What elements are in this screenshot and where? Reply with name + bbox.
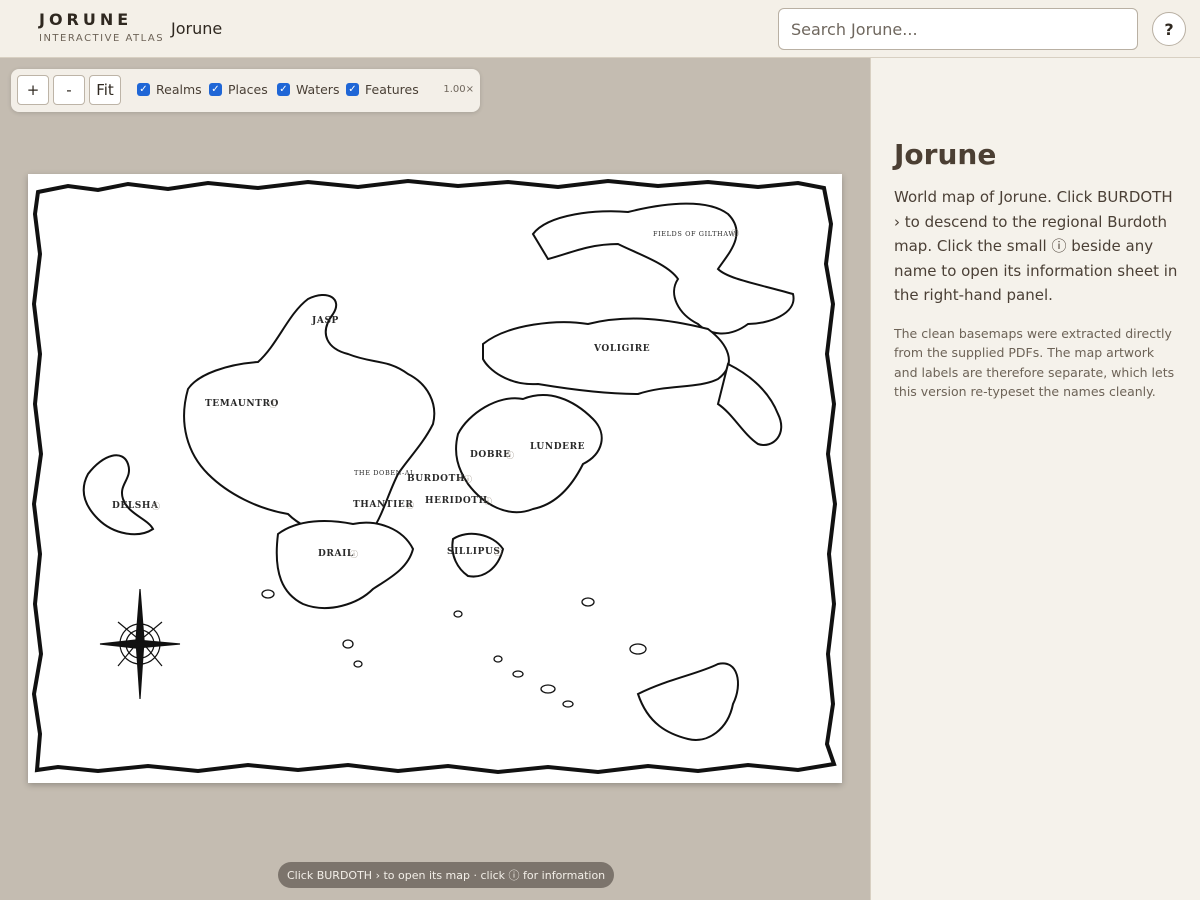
label-sillipus[interactable]: SILLIPUS [447, 547, 501, 557]
layer-toggle-realms[interactable]: ✓ Realms [137, 82, 202, 97]
brand-subtitle: INTERACTIVE ATLAS [39, 33, 165, 44]
info-icon[interactable]: ⓘ [494, 547, 502, 558]
checkbox-checked-icon[interactable]: ✓ [346, 83, 359, 96]
info-icon[interactable]: ⓘ [464, 474, 472, 485]
panel-lead: World map of Jorune. Click BURDOTH › to … [894, 188, 1178, 304]
info-icon[interactable]: ⓘ [506, 450, 514, 461]
brand-title: JORUNE [39, 10, 133, 29]
label-jasp[interactable]: JASP [312, 316, 339, 326]
label-doben-al[interactable]: THE DOBEN-AL [354, 469, 415, 477]
app-header: JORUNE INTERACTIVE ATLAS Jorune ? [0, 0, 1200, 58]
info-panel: Jorune World map of Jorune. Click BURDOT… [870, 58, 1200, 900]
info-icon[interactable]: ⓘ [406, 500, 414, 511]
info-icon[interactable]: ⓘ [152, 501, 160, 512]
label-voligire[interactable]: VOLIGIRE [594, 344, 650, 354]
layer-label: Waters [296, 82, 340, 97]
checkbox-checked-icon[interactable]: ✓ [277, 83, 290, 96]
zoom-in-button[interactable]: + [17, 75, 49, 105]
info-icon[interactable]: ⓘ [484, 496, 492, 507]
layer-toggle-places[interactable]: ✓ Places [209, 82, 268, 97]
layer-toggle-waters[interactable]: ✓ Waters [277, 82, 339, 97]
checkbox-checked-icon[interactable]: ✓ [209, 83, 222, 96]
zoom-out-button[interactable]: - [53, 75, 85, 105]
gilthaw-landmass [531, 202, 795, 335]
fit-button[interactable]: Fit [89, 75, 121, 105]
voligire-landmass [482, 317, 730, 396]
info-icon[interactable]: ⓘ [731, 228, 739, 239]
layer-label: Realms [156, 82, 202, 97]
label-lundere[interactable]: LUNDERE [530, 442, 585, 452]
search-input[interactable] [778, 8, 1138, 50]
east-peninsula [716, 362, 783, 446]
map-toolbar: + - Fit ✓ Realms ✓ Places ✓ Waters ✓ Fea… [11, 69, 480, 112]
panel-title: Jorune [894, 138, 997, 171]
label-fields-of-gilthaw[interactable]: FIELDS OF GILTHAW [653, 230, 736, 238]
layer-toggle-features[interactable]: ✓ Features [346, 82, 419, 97]
info-icon[interactable]: ⓘ [269, 399, 277, 410]
brand[interactable]: JORUNE INTERACTIVE ATLAS [39, 10, 164, 44]
layer-label: Features [365, 82, 419, 97]
label-temauntro[interactable]: TEMAUNTRO [205, 399, 279, 409]
compass-rose [99, 588, 181, 700]
info-icon[interactable]: ⓘ [350, 549, 358, 560]
descend-icon[interactable]: › [458, 474, 461, 483]
label-dobre[interactable]: DOBRE [470, 450, 511, 460]
southeast-landmass [636, 662, 739, 741]
breadcrumb[interactable]: Jorune [171, 19, 222, 38]
delsha-landmass [82, 454, 155, 536]
panel-note: The clean basemaps were extracted direct… [894, 325, 1175, 400]
label-heridoth[interactable]: HERIDOTH [425, 496, 488, 506]
map-hint: Click BURDOTH › to open its map · click … [278, 862, 615, 888]
layer-label: Places [228, 82, 268, 97]
checkbox-checked-icon[interactable]: ✓ [137, 83, 150, 96]
world-map[interactable]: FIELDS OF GILTHAW ⓘ JASP VOLIGIRE TEMAUN… [28, 174, 842, 783]
help-button[interactable]: ? [1152, 12, 1186, 46]
label-drail[interactable]: DRAIL [318, 549, 354, 559]
map-viewport[interactable]: FIELDS OF GILTHAW ⓘ JASP VOLIGIRE TEMAUN… [0, 58, 870, 900]
label-burdoth[interactable]: BURDOTH [407, 474, 465, 484]
zoom-level: 1.00× [443, 84, 474, 95]
drail-landmass [275, 520, 415, 609]
label-thantier[interactable]: THANTIER [353, 500, 413, 510]
